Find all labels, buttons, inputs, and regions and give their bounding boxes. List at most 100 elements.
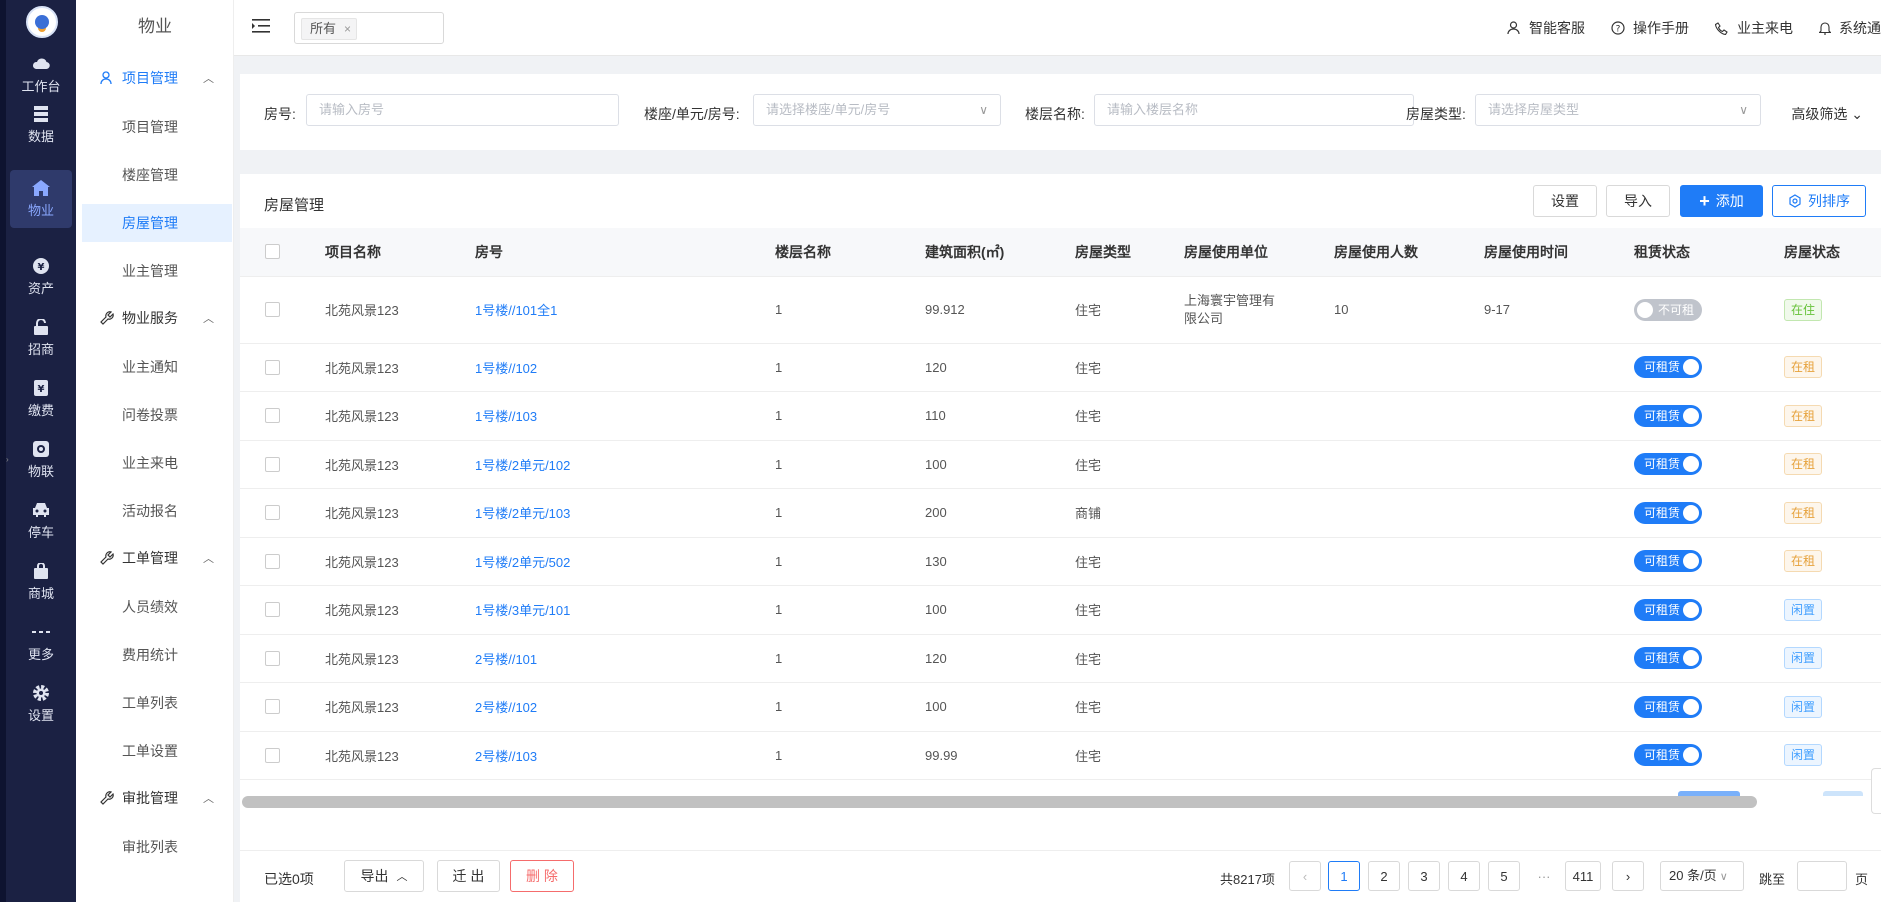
row-checkbox[interactable] xyxy=(265,456,280,472)
lease-toggle[interactable]: 可租赁 xyxy=(1634,501,1702,524)
table-row[interactable]: 北苑风景123 1号楼//102 1 120 住宅 可租赁 在租 xyxy=(240,343,1881,392)
sidebar-item-owner-management[interactable]: 业主管理 xyxy=(82,252,232,290)
rail-item-data[interactable]: 数据 xyxy=(10,96,72,154)
room-link[interactable]: 1号楼/3单元/101 xyxy=(475,603,570,618)
row-checkbox[interactable] xyxy=(265,302,280,317)
page-button[interactable]: 3 xyxy=(1408,861,1440,891)
floor-input[interactable]: 请输入楼层名称 xyxy=(1094,94,1414,126)
delete-button[interactable]: 删 除 xyxy=(510,860,574,892)
page-button[interactable]: 411 xyxy=(1565,861,1601,891)
side-drawer-handle[interactable] xyxy=(1871,768,1881,814)
column-header[interactable]: 项目名称 xyxy=(325,228,475,277)
table-row[interactable]: 北苑风景123 1号楼/2单元/103 1 200 商铺 可租赁 在租 xyxy=(240,488,1881,538)
column-header[interactable]: 房屋使用单位 xyxy=(1184,228,1334,277)
link-system-notice[interactable]: 系统通知 xyxy=(1819,18,1881,38)
page-button[interactable]: 2 xyxy=(1368,861,1400,891)
column-header[interactable]: 房屋状态 xyxy=(1784,228,1881,277)
column-header[interactable]: 房号 xyxy=(475,228,775,277)
sidebar-item-workorder-list[interactable]: 工单列表 xyxy=(82,684,232,722)
jump-page-input[interactable] xyxy=(1797,861,1847,891)
row-checkbox[interactable] xyxy=(265,699,280,715)
settings-button[interactable]: 设置 xyxy=(1533,185,1597,217)
advanced-filter-toggle[interactable]: 高级筛选 ⌄ xyxy=(1791,104,1863,124)
row-checkbox[interactable] xyxy=(265,359,280,375)
rail-item-settings[interactable]: 设置 xyxy=(10,675,72,733)
room-link[interactable]: 1号楼/2单元/502 xyxy=(475,555,570,570)
rail-item-mall[interactable]: 商城 xyxy=(10,553,72,611)
sidebar-item-cost-stats[interactable]: 费用统计 xyxy=(82,636,232,674)
sidebar-group-project[interactable]: 项目管理 ︿ xyxy=(76,58,234,98)
room-link[interactable]: 1号楼/2单元/102 xyxy=(475,458,570,473)
row-checkbox[interactable] xyxy=(265,650,280,666)
lease-toggle[interactable]: 可租赁 xyxy=(1634,598,1702,621)
move-out-button[interactable]: 迁 出 xyxy=(437,860,500,892)
next-page-button[interactable]: › xyxy=(1612,861,1644,891)
lease-toggle[interactable]: 可租赁 xyxy=(1634,695,1702,718)
sidebar-item-approval-list[interactable]: 审批列表 xyxy=(82,828,232,866)
sidebar-group-workorder[interactable]: 工单管理 ︿ xyxy=(76,538,234,578)
room-input[interactable]: 请输入房号 xyxy=(306,94,619,126)
add-button[interactable]: + 添加 xyxy=(1680,185,1763,217)
column-header[interactable]: 建筑面积(㎡) xyxy=(925,228,1075,277)
sidebar-item-building-management[interactable]: 楼座管理 xyxy=(82,156,232,194)
column-header[interactable]: 房屋使用人数 xyxy=(1334,228,1484,277)
lease-toggle[interactable]: 可租赁 xyxy=(1634,404,1702,427)
table-row[interactable]: 北苑风景123 2号楼//102 1 100 住宅 可租赁 闲置 xyxy=(240,682,1881,732)
rail-item-parking[interactable]: 停车 xyxy=(10,492,72,550)
rail-item-iot[interactable]: 物联 xyxy=(10,431,72,489)
table-row[interactable]: 北苑风景123 1号楼/3单元/101 1 100 住宅 可租赁 闲置 xyxy=(240,585,1881,635)
rail-collapse-handle[interactable]: › xyxy=(6,455,12,467)
table-row[interactable]: 北苑风景123 2号楼//101 1 120 住宅 可租赁 闲置 xyxy=(240,634,1881,683)
link-owner-calls[interactable]: 业主来电 xyxy=(1715,18,1793,38)
import-button[interactable]: 导入 xyxy=(1606,185,1670,217)
sidebar-item-owner-calls[interactable]: 业主来电 xyxy=(82,444,232,482)
table-row[interactable]: 北苑风景123 1号楼/2单元/102 1 100 住宅 可租赁 在租 xyxy=(240,440,1881,489)
rail-item-investment[interactable]: 招商 xyxy=(10,309,72,367)
room-link[interactable]: 1号楼/2单元/103 xyxy=(475,506,570,521)
page-size-select[interactable]: 20 条/页 ∨ xyxy=(1660,861,1744,891)
building-select[interactable]: 请选择楼座/单元/房号 ∨ xyxy=(753,94,1001,126)
sidebar-item-project-management[interactable]: 项目管理 xyxy=(82,108,232,146)
sidebar-item-staff-performance[interactable]: 人员绩效 xyxy=(82,588,232,626)
lease-toggle[interactable]: 可租赁 xyxy=(1634,647,1702,670)
room-link[interactable]: 1号楼//103 xyxy=(475,409,537,424)
link-smart-service[interactable]: 智能客服 xyxy=(1507,18,1585,38)
row-checkbox[interactable] xyxy=(265,602,280,618)
sidebar-item-event-signup[interactable]: 活动报名 xyxy=(82,492,232,530)
column-header[interactable]: 房屋类型 xyxy=(1075,228,1184,277)
horizontal-scrollbar[interactable] xyxy=(242,796,1757,808)
row-checkbox[interactable] xyxy=(265,553,280,569)
select-all-checkbox[interactable] xyxy=(265,244,280,260)
lease-toggle[interactable]: 可租赁 xyxy=(1634,550,1702,573)
prev-page-button[interactable]: ‹ xyxy=(1289,861,1321,891)
rail-item-more[interactable]: 更多 xyxy=(10,614,72,672)
column-header[interactable]: 租赁状态 xyxy=(1634,228,1784,277)
sidebar-item-house-management[interactable]: 房屋管理 xyxy=(82,204,232,242)
column-sort-button[interactable]: 列排序 xyxy=(1772,185,1866,217)
sidebar-item-workorder-settings[interactable]: 工单设置 xyxy=(82,732,232,770)
room-link[interactable]: 2号楼//102 xyxy=(475,700,537,715)
room-link[interactable]: 2号楼//103 xyxy=(475,749,537,764)
column-header[interactable]: 楼层名称 xyxy=(775,228,925,277)
sidebar-group-service[interactable]: 物业服务 ︿ xyxy=(76,298,234,338)
page-button[interactable]: 1 xyxy=(1328,861,1360,891)
sidebar-item-owner-notice[interactable]: 业主通知 xyxy=(82,348,232,386)
project-tag-select[interactable]: 所有 × xyxy=(294,12,444,44)
rail-item-assets[interactable]: ¥ 资产 xyxy=(10,248,72,306)
lease-toggle[interactable]: 不可租赁 xyxy=(1634,298,1702,339)
table-row[interactable]: 北苑风景123 1号楼//101全1 1 99.912 住宅 上海寰宇管理有限公司 10 9-… xyxy=(240,276,1881,344)
page-button[interactable]: 5 xyxy=(1488,861,1520,891)
table-row[interactable]: 北苑风景123 1号楼/2单元/502 1 130 住宅 可租赁 在租 xyxy=(240,537,1881,586)
sidebar-item-survey-vote[interactable]: 问卷投票 xyxy=(82,396,232,434)
link-manual[interactable]: ? 操作手册 xyxy=(1611,18,1689,38)
table-row[interactable]: 北苑风景123 2号楼//103 1 99.99 住宅 可租赁 闲置 xyxy=(240,731,1881,780)
row-checkbox[interactable] xyxy=(265,747,280,763)
rail-item-payment[interactable]: ¥ 缴费 xyxy=(10,370,72,428)
rail-item-property[interactable]: 物业 xyxy=(10,170,72,228)
row-checkbox[interactable] xyxy=(265,408,280,424)
app-logo[interactable] xyxy=(26,6,58,38)
menu-fold-icon[interactable] xyxy=(252,18,270,34)
lease-toggle[interactable]: 可租赁 xyxy=(1634,356,1702,379)
room-link[interactable]: 2号楼//101 xyxy=(475,652,537,667)
lease-toggle[interactable]: 可租赁 xyxy=(1634,744,1702,767)
